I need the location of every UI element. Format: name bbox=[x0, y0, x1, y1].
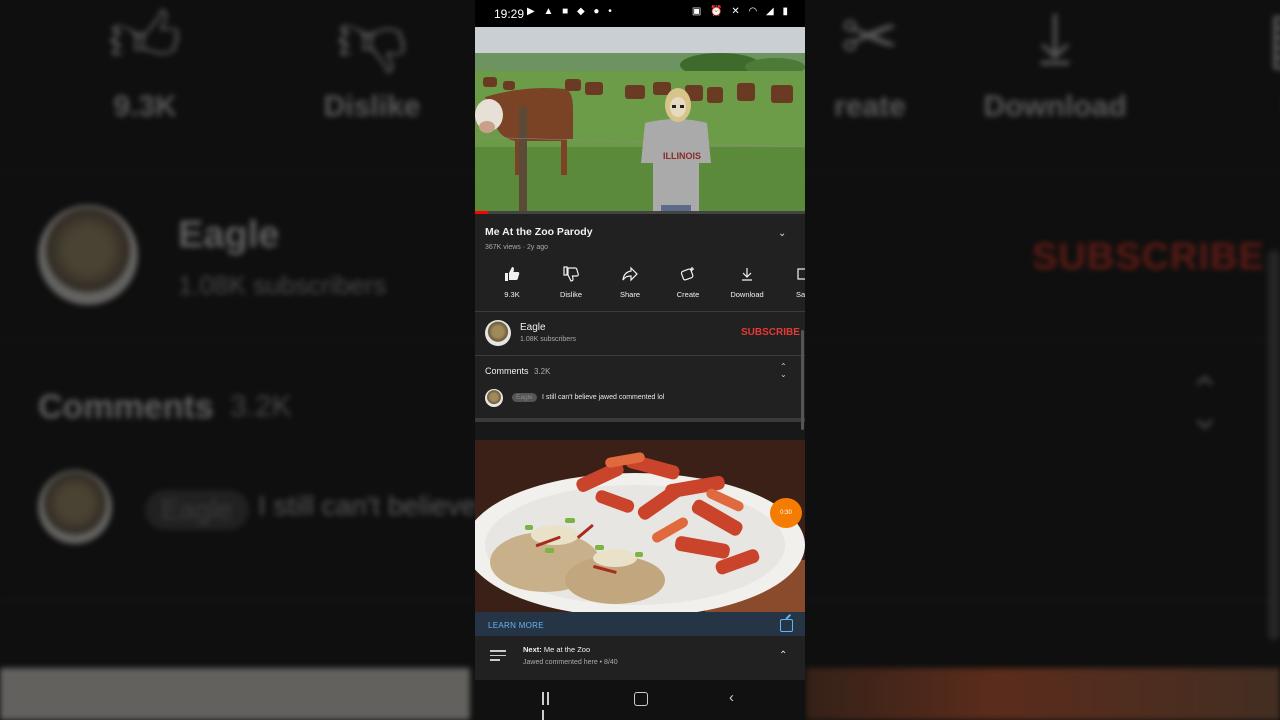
recents-icon[interactable] bbox=[542, 692, 556, 720]
commenter-avatar bbox=[485, 389, 503, 407]
bg-subscribe: SUBSCRIBE bbox=[1032, 236, 1265, 278]
create-icon bbox=[660, 266, 716, 286]
bg-expand-icon: ⌃ ⌄ bbox=[1188, 370, 1222, 438]
next-title: Me at the Zoo bbox=[543, 645, 591, 654]
comments-title[interactable]: Comments bbox=[485, 366, 529, 376]
bg-download-label: Download bbox=[983, 90, 1127, 123]
bg-scroll-pill bbox=[1268, 250, 1280, 640]
thumbs-up-icon: 👍︎ bbox=[108, 0, 182, 76]
video-meta: 367K views · 2y ago bbox=[485, 244, 549, 251]
save-icon bbox=[796, 266, 805, 286]
bg-channel-avatar bbox=[38, 205, 138, 305]
bg-comment-avatar bbox=[38, 470, 112, 544]
thumbs-up-icon bbox=[484, 266, 540, 286]
bg-comments-title: Comments bbox=[38, 388, 214, 426]
notification-icons: ▶ ▲ ■ ◆ ● • bbox=[527, 6, 615, 17]
divider bbox=[475, 355, 805, 356]
ad-timer-badge: 0:30 bbox=[770, 498, 802, 528]
share-button[interactable]: Share bbox=[602, 266, 658, 299]
bg-ad-strip bbox=[806, 668, 1280, 720]
bg-comment-author: Eagle bbox=[145, 490, 249, 530]
thumbs-down-icon: 👎︎ bbox=[336, 0, 408, 76]
video-frame: ILLINOIS bbox=[475, 27, 805, 213]
download-label: Download bbox=[730, 290, 764, 299]
create-button[interactable]: Create bbox=[660, 266, 716, 299]
up-next-bar[interactable]: Next: Me at the Zoo Jawed commented here… bbox=[475, 636, 805, 680]
bg-comments-count: 3.2K bbox=[230, 390, 292, 423]
next-subtitle: Jawed commented here • 8/40 bbox=[523, 659, 618, 666]
bg-like: 👍︎ 9.3K bbox=[45, 0, 245, 124]
subscribe-button[interactable]: SUBSCRIBE bbox=[741, 327, 800, 338]
like-button[interactable]: 9.3K bbox=[484, 266, 540, 299]
dislike-button[interactable]: Dislike bbox=[543, 266, 599, 299]
channel-name[interactable]: Eagle bbox=[520, 322, 546, 333]
bg-channel-name: Eagle bbox=[178, 214, 280, 256]
create-label: Create bbox=[676, 290, 700, 299]
chevron-down-icon[interactable]: ⌄ bbox=[778, 228, 786, 239]
bg-dislike-label: Dislike bbox=[323, 90, 421, 123]
bg-like-label: 9.3K bbox=[113, 90, 177, 123]
like-count: 9.3K bbox=[504, 290, 520, 299]
progress-fill bbox=[475, 211, 489, 214]
bg-ad-strip bbox=[0, 668, 470, 720]
status-bar: 19:29 ▶ ▲ ■ ◆ ● • ▣ ⏰ ✕ ◠ ◢ ▮ bbox=[475, 0, 805, 27]
bg-save: ▤ Sa bbox=[1200, 0, 1280, 124]
subscriber-count: 1.08K subscribers bbox=[520, 336, 577, 343]
thumbs-down-icon bbox=[543, 266, 599, 286]
chevron-up-icon[interactable]: ⌃ bbox=[779, 650, 787, 661]
ad-image[interactable] bbox=[475, 440, 805, 612]
share-icon bbox=[602, 266, 658, 286]
status-time: 19:29 bbox=[494, 7, 525, 21]
bg-comment-text: I still can't believe bbox=[258, 490, 477, 521]
section-separator bbox=[475, 418, 805, 422]
video-title: Me At the Zoo Parody bbox=[485, 226, 593, 238]
save-label: Sa bbox=[796, 290, 805, 299]
learn-more-link[interactable]: LEARN MORE bbox=[488, 621, 544, 630]
scrollbar[interactable] bbox=[801, 330, 804, 430]
next-label: Next: Me at the Zoo bbox=[523, 645, 590, 654]
bg-download: ⤓ Download bbox=[955, 0, 1155, 124]
comment-text[interactable]: I still can't believe jawed commented lo… bbox=[542, 394, 664, 401]
system-nav-bar: ‹ bbox=[475, 680, 805, 720]
home-icon[interactable] bbox=[634, 692, 648, 706]
pasta-image bbox=[475, 440, 805, 612]
share-label: Share bbox=[619, 290, 640, 299]
video-progress-bar[interactable] bbox=[475, 211, 805, 214]
bg-channel-subs: 1.08K subscribers bbox=[178, 270, 387, 300]
phone-screen: 19:29 ▶ ▲ ■ ◆ ● • ▣ ⏰ ✕ ◠ ◢ ▮ ILLINOIS M… bbox=[475, 0, 805, 720]
divider bbox=[475, 311, 805, 312]
download-icon bbox=[719, 266, 775, 286]
playlist-icon bbox=[490, 650, 506, 662]
system-status-icons: ▣ ⏰ ✕ ◠ ◢ ▮ bbox=[691, 6, 791, 17]
video-player[interactable]: ILLINOIS bbox=[475, 27, 805, 213]
dislike-label: Dislike bbox=[559, 290, 583, 299]
download-icon: ⤓ bbox=[1039, 0, 1071, 76]
save-button[interactable]: Sa bbox=[778, 266, 805, 299]
save-icon: ▤ bbox=[1200, 2, 1280, 72]
expand-collapse-icon[interactable]: ⌃ ⌄ bbox=[780, 363, 787, 379]
download-button[interactable]: Download bbox=[719, 266, 775, 299]
external-link-icon[interactable] bbox=[780, 619, 793, 632]
learn-more-bar[interactable]: LEARN MORE bbox=[475, 612, 805, 636]
bg-save-label: Sa bbox=[1200, 90, 1280, 124]
svg-text:ILLINOIS: ILLINOIS bbox=[663, 151, 701, 161]
comment-author-chip: Eagle bbox=[512, 393, 537, 402]
comments-count: 3.2K bbox=[534, 367, 551, 376]
channel-avatar[interactable] bbox=[485, 320, 511, 346]
bg-dislike: 👎︎ Dislike bbox=[272, 0, 472, 124]
next-prefix: Next: bbox=[523, 645, 542, 654]
back-icon[interactable]: ‹ bbox=[729, 689, 734, 706]
